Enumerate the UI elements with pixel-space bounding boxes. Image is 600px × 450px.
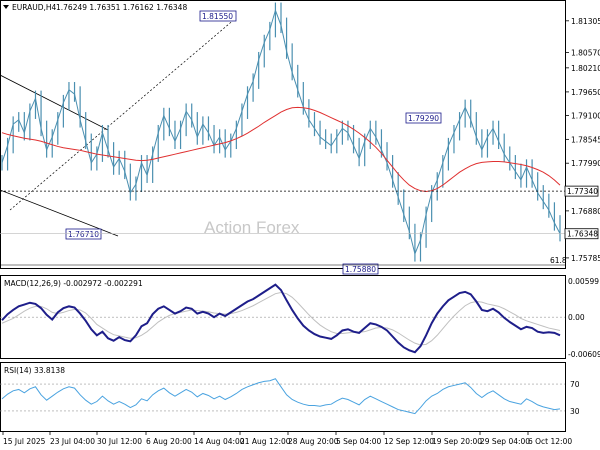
chart-canvas: EURAUD,H4 1.76249 1.76351 1.76162 1.7634… <box>0 0 600 446</box>
price-tick-label: 1.76880 <box>571 207 600 216</box>
dashed-trend-line <box>9 17 237 211</box>
macd-layer <box>0 283 565 354</box>
rsi-tick-label: 70 <box>570 380 580 389</box>
macd-tick-label: 0.00599 <box>568 277 599 286</box>
macd-tick-label: -0.006095 <box>568 350 600 359</box>
x-tick-label: 29 Sep 04:00 <box>480 437 530 446</box>
macd-line <box>1 283 561 354</box>
price-tick-label: 1.79650 <box>571 88 600 97</box>
x-tick-label: 6 Aug 20:00 <box>146 437 192 446</box>
high2-label-text: 1.79290 <box>408 114 439 123</box>
fib-label: 61.8 <box>550 256 567 265</box>
x-tick-label: 30 Jul 12:00 <box>97 437 142 446</box>
x-tick-label: 14 Aug 04:00 <box>194 437 245 446</box>
x-tick-label: 23 Jul 04:00 <box>50 437 95 446</box>
level-price-text: 1.77340 <box>567 187 598 196</box>
high1-label-text: 1.81550 <box>202 12 233 21</box>
macd-label: MACD(12,26,9) -0.002972 -0.002291 <box>4 279 143 288</box>
macd-tick-label: 0.00 <box>568 313 585 322</box>
x-tick-label: 12 Sep 12:00 <box>384 437 434 446</box>
price-tick-label: 1.78545 <box>571 135 600 144</box>
collapse-triangle-icon <box>3 5 9 9</box>
price-tick-label: 1.79100 <box>571 112 600 121</box>
x-tick-label: 6 Oct 12:00 <box>528 437 572 446</box>
price-tick-label: 1.77990 <box>571 159 600 168</box>
ohlc-label: 1.76249 1.76351 1.76162 1.76348 <box>56 3 187 12</box>
price-tick-label: 1.75785 <box>571 254 600 263</box>
price-tick-label: 1.80570 <box>571 48 600 57</box>
low2-label-text: 1.75880 <box>345 265 376 274</box>
price-tick-label: 1.81305 <box>571 17 600 26</box>
watermark-text: Action Forex <box>204 218 300 237</box>
x-tick-label: 19 Sep 20:00 <box>432 437 482 446</box>
low1-label-text: 1.76710 <box>68 230 99 239</box>
x-tick-label: 28 Aug 20:00 <box>288 437 339 446</box>
rsi-tick-label: 30 <box>570 407 580 416</box>
x-tick-label: 21 Aug 12:00 <box>240 437 291 446</box>
rsi-layer <box>0 378 565 415</box>
x-tick-label: 5 Sep 04:00 <box>336 437 382 446</box>
current-price-text: 1.76348 <box>567 230 598 239</box>
price-tick-label: 1.80210 <box>571 64 600 73</box>
rsi-label: RSI(14) 33.8138 <box>4 366 65 375</box>
price-header: EURAUD,H4 1.76249 1.76351 1.76162 1.7634… <box>3 3 187 12</box>
x-tick-label: 15 Jul 2025 <box>3 437 46 446</box>
symbol-label: EURAUD,H4 <box>12 3 57 12</box>
